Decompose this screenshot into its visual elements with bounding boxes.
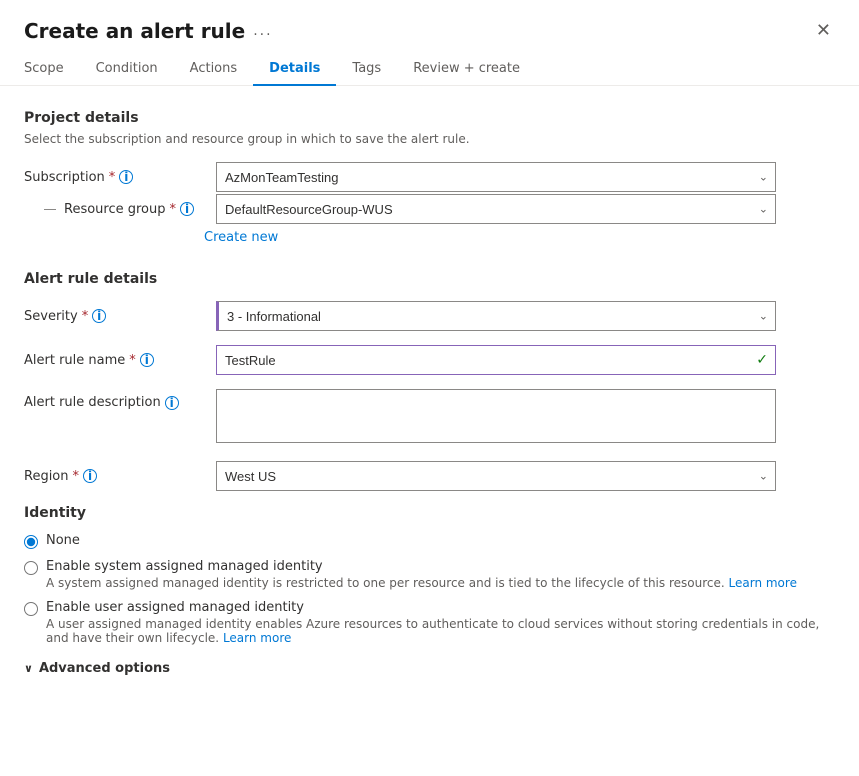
subscription-select[interactable]: AzMonTeamTesting [216,162,776,192]
alert-rule-name-row: Alert rule name * i ✓ [24,345,835,375]
close-button[interactable]: ✕ [812,16,835,45]
subscription-required: * [109,170,116,185]
main-content: Project details Select the subscription … [0,86,859,692]
identity-system-learn-more[interactable]: Learn more [729,576,797,590]
alert-rule-details-title: Alert rule details [24,271,835,287]
close-icon: ✕ [816,20,831,41]
alert-rule-desc-label-group: Alert rule description i [24,395,204,410]
identity-system-label: Enable system assigned managed identity [46,559,797,574]
identity-section: Identity None Enable system assigned man… [24,505,835,645]
subscription-row: Subscription * i AzMonTeamTesting ⌄ [24,162,835,192]
identity-system-radio[interactable] [24,561,38,575]
alert-rule-desc-textarea[interactable] [216,389,776,443]
identity-user-learn-more[interactable]: Learn more [223,631,291,645]
tab-review-create[interactable]: Review + create [397,53,536,86]
tab-actions[interactable]: Actions [174,53,254,86]
project-details-title: Project details [24,110,835,126]
alert-rule-name-input-with-check: ✓ [216,345,776,375]
advanced-options-label: Advanced options [39,661,170,676]
severity-label: Severity [24,309,78,324]
tab-details[interactable]: Details [253,53,336,86]
resource-group-info-icon[interactable]: i [180,202,194,216]
alert-rule-name-required: * [129,353,136,368]
region-required: * [73,469,80,484]
resource-group-dropdown-wrapper: DefaultResourceGroup-WUS ⌄ [216,194,776,224]
resource-group-row: Resource group * i DefaultResourceGroup-… [24,194,835,224]
subscription-label-group: Subscription * i [24,170,204,185]
identity-none-label: None [46,533,80,548]
alert-rule-name-input[interactable] [216,345,776,375]
alert-rule-name-info-icon[interactable]: i [140,353,154,367]
alert-rule-name-input-wrap: ✓ [216,345,776,375]
identity-system-desc: A system assigned managed identity is re… [46,576,797,590]
advanced-options-chevron-icon: ∨ [24,662,33,675]
severity-dropdown-wrapper: 0 - Critical 1 - Error 2 - Warning 3 - I… [216,301,776,331]
modal-title-group: Create an alert rule ... [24,19,273,43]
region-row: Region * i East US West US North Europe … [24,461,835,491]
resource-group-select[interactable]: DefaultResourceGroup-WUS [216,194,776,224]
alert-rule-desc-info-icon[interactable]: i [165,396,179,410]
subscription-label: Subscription [24,170,105,185]
resource-group-label-group: Resource group * i [24,202,204,217]
severity-select[interactable]: 0 - Critical 1 - Error 2 - Warning 3 - I… [216,301,776,331]
identity-system-row: Enable system assigned managed identity … [24,559,835,590]
modal-title-text: Create an alert rule [24,19,245,43]
identity-user-row: Enable user assigned managed identity A … [24,600,835,645]
alert-rule-name-label: Alert rule name [24,353,125,368]
severity-label-group: Severity * i [24,309,204,324]
region-select[interactable]: East US West US North Europe West Europe [216,461,776,491]
modal-container: Create an alert rule ... ✕ Scope Conditi… [0,0,859,776]
subscription-dropdown-wrapper: AzMonTeamTesting ⌄ [216,162,776,192]
alert-rule-details-section: Alert rule details [24,271,835,287]
create-new-link[interactable]: Create new [204,230,278,245]
region-label-group: Region * i [24,469,204,484]
alert-rule-name-check-icon: ✓ [756,352,768,368]
advanced-options-toggle[interactable]: ∨ Advanced options [24,661,835,676]
identity-user-desc: A user assigned managed identity enables… [46,617,835,645]
alert-rule-desc-textarea-wrap [216,389,776,447]
region-select-wrap: East US West US North Europe West Europe… [216,461,776,491]
region-dropdown-wrapper: East US West US North Europe West Europe… [216,461,776,491]
alert-rule-desc-label: Alert rule description [24,395,161,410]
severity-select-wrap: 0 - Critical 1 - Error 2 - Warning 3 - I… [216,301,776,331]
identity-user-label-wrap: Enable user assigned managed identity A … [46,600,835,645]
tab-scope[interactable]: Scope [24,53,80,86]
resource-group-label: Resource group [64,202,166,217]
subscription-info-icon[interactable]: i [119,170,133,184]
project-details-desc: Select the subscription and resource gro… [24,132,835,146]
resource-group-select-wrap: DefaultResourceGroup-WUS ⌄ [216,194,776,224]
subscription-select-wrap: AzMonTeamTesting ⌄ [216,162,776,192]
identity-user-radio[interactable] [24,602,38,616]
project-details-section: Project details Select the subscription … [24,110,835,253]
tabs-bar: Scope Condition Actions Details Tags Rev… [0,53,859,86]
severity-row: Severity * i 0 - Critical 1 - Error 2 - … [24,301,835,331]
resource-group-required: * [170,202,177,217]
identity-title: Identity [24,505,835,521]
modal-title-ellipsis: ... [253,23,272,39]
region-label: Region [24,469,69,484]
identity-none-row: None [24,533,835,549]
tab-tags[interactable]: Tags [336,53,397,86]
identity-user-label: Enable user assigned managed identity [46,600,835,615]
alert-rule-name-label-group: Alert rule name * i [24,353,204,368]
identity-system-label-wrap: Enable system assigned managed identity … [46,559,797,590]
tab-condition[interactable]: Condition [80,53,174,86]
modal-header: Create an alert rule ... ✕ [0,0,859,53]
severity-info-icon[interactable]: i [92,309,106,323]
severity-required: * [82,309,89,324]
identity-none-label-wrap: None [46,533,80,548]
region-info-icon[interactable]: i [83,469,97,483]
identity-none-radio[interactable] [24,535,38,549]
alert-rule-desc-row: Alert rule description i [24,389,835,447]
